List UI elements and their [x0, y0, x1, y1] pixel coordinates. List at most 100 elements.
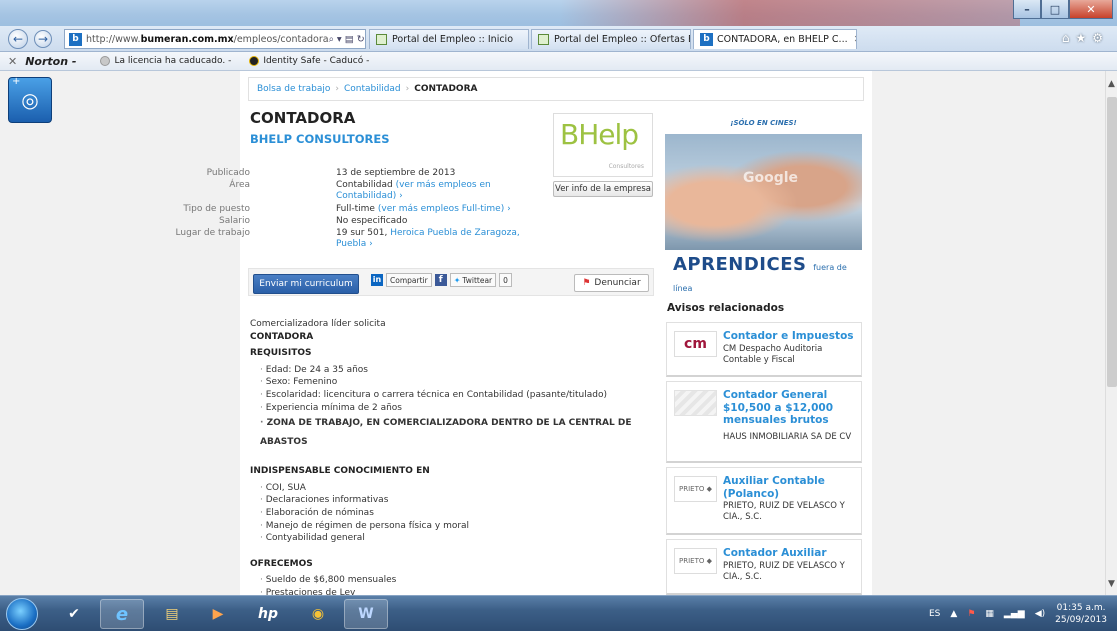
language-indicator[interactable]: ES: [929, 609, 940, 619]
related-card[interactable]: Contador General $10,500 a $12,000 mensu…: [666, 381, 862, 463]
taskbar-hp-icon[interactable]: hp: [246, 599, 290, 629]
norton-menu[interactable]: Norton -: [25, 55, 76, 68]
related-title-link[interactable]: Contador General $10,500 a $12,000 mensu…: [723, 389, 857, 427]
meta-label: Tipo de puesto: [183, 204, 250, 214]
share-count: 0: [499, 273, 512, 287]
related-company: PRIETO, RUIZ DE VELASCO Y CIA., S.C.: [723, 501, 845, 522]
tray-volume-icon[interactable]: ◀): [1035, 609, 1045, 619]
report-button[interactable]: ⚑ Denunciar: [574, 274, 649, 292]
meta-label: Área: [229, 180, 250, 190]
address-bar[interactable]: b http://www. bumeran.com.mx/empleos/cont…: [64, 29, 366, 49]
linkedin-icon[interactable]: in: [371, 274, 383, 286]
related-card[interactable]: PRIETO ◆ Auxiliar Contable (Polanco) PRI…: [666, 467, 862, 535]
taskbar-media-icon[interactable]: ▶: [196, 599, 240, 629]
tab-contadora[interactable]: b CONTADORA, en BHELP C... ✕: [693, 29, 857, 49]
page-viewport: + ◎ Bolsa de trabajo › Contabilidad › CON…: [0, 71, 1105, 595]
forward-button[interactable]: →: [34, 30, 52, 48]
apply-button[interactable]: Enviar mi curriculum: [253, 274, 359, 294]
list-item: Sueldo de $6,800 mensuales: [260, 574, 650, 587]
type-value: Full-time: [336, 204, 375, 214]
close-button[interactable]: ✕: [1069, 0, 1113, 19]
desc-intro: Comercializadora líder solicita: [250, 319, 386, 329]
tray-network-icon[interactable]: ▦: [985, 609, 994, 619]
list-item: Escolaridad: licencitura o carrera técni…: [260, 389, 650, 402]
meta-label: Publicado: [206, 168, 250, 178]
breadcrumb-bolsa[interactable]: Bolsa de trabajo: [257, 84, 330, 94]
ad-watermark: Google: [743, 170, 799, 186]
system-tray: ES ▲ ⚑ ▦ ▂▄▆ ◀) 01:35 a.m. 25/09/2013: [929, 602, 1107, 626]
company-name[interactable]: BHELP CONSULTORES: [250, 132, 390, 146]
breadcrumb-current: CONTADORA: [414, 84, 478, 94]
scroll-down-icon[interactable]: ▼: [1108, 579, 1115, 589]
report-label: Denunciar: [594, 278, 641, 288]
related-thumb: PRIETO ◆: [674, 548, 717, 574]
ad-photo: Google: [665, 134, 862, 250]
action-bar: Enviar mi curriculum in Compartir f ✦ Twi…: [248, 268, 654, 296]
page-scrollbar[interactable]: ▲ ▼: [1105, 71, 1117, 595]
favorites-bar: ✕ Norton - La licencia ha caducado. - Id…: [0, 52, 1117, 71]
breadcrumb-separator-icon: ›: [335, 84, 339, 94]
related-card[interactable]: cm Contador e Impuestos CM Despacho Audi…: [666, 322, 862, 377]
desktop-gadget-icon[interactable]: + ◎: [8, 76, 52, 123]
scrollbar-thumb[interactable]: [1107, 97, 1117, 387]
related-company: PRIETO, RUIZ DE VELASCO Y CIA., S.C.: [723, 561, 845, 582]
taskbar-ie-icon[interactable]: e: [100, 599, 144, 629]
favorite-identity-safe[interactable]: Identity Safe - Caducó -: [249, 56, 369, 66]
movie-ad-banner[interactable]: ¡SÓLO EN CINES! Google APRENDICES fuera …: [665, 109, 862, 293]
requirements-list: Edad: De 24 a 35 años Sexo: Femenino Esc…: [260, 364, 650, 452]
related-title-link[interactable]: Contador e Impuestos: [723, 330, 857, 343]
window-controls: – □ ✕: [1013, 0, 1113, 19]
meta-label: Salario: [219, 216, 250, 226]
tray-flag-icon[interactable]: ⚑: [967, 609, 975, 619]
titlebar-glow: [560, 0, 1020, 26]
facebook-icon[interactable]: f: [434, 274, 447, 286]
taskbar-chrome-icon[interactable]: ◉: [296, 599, 340, 629]
desc-position: CONTADORA: [250, 331, 314, 342]
company-info-button[interactable]: Ver info de la empresa: [553, 181, 653, 197]
breadcrumb-contabilidad[interactable]: Contabilidad: [344, 84, 401, 94]
identity-safe-icon: [249, 56, 260, 66]
related-card[interactable]: PRIETO ◆ Contador Auxiliar PRIETO, RUIZ …: [666, 539, 862, 595]
favbar-close-icon[interactable]: ✕: [0, 55, 25, 68]
linkedin-share-button[interactable]: Compartir: [386, 273, 432, 287]
meta-value: 19 sur 501, Heroica Puebla de Zaragoza, …: [336, 228, 526, 250]
tray-signal-icon[interactable]: ▂▄▆: [1004, 609, 1025, 619]
related-company: CM Despacho Auditoria Contable y Fiscal: [723, 344, 823, 365]
related-title-link[interactable]: Contador Auxiliar: [723, 547, 857, 560]
breadcrumb: Bolsa de trabajo › Contabilidad › CONTAD…: [248, 77, 864, 101]
meta-value: Contabilidad (ver más empleos en Contabi…: [336, 180, 516, 202]
list-item: COI, SUA: [260, 482, 650, 495]
tab-portal-ofertas[interactable]: Portal del Empleo :: Ofertas Em...: [531, 29, 691, 49]
related-title-link[interactable]: Auxiliar Contable (Polanco): [723, 475, 857, 500]
start-button[interactable]: [6, 598, 38, 630]
tab-label: Portal del Empleo :: Inicio: [392, 34, 514, 45]
clock-time: 01:35 a.m.: [1056, 603, 1106, 613]
type-more-link[interactable]: (ver más empleos Full-time) ›: [378, 204, 511, 214]
license-icon: [100, 56, 111, 66]
tray-show-hidden-icon[interactable]: ▲: [950, 609, 957, 619]
scroll-up-icon[interactable]: ▲: [1108, 79, 1115, 89]
back-button[interactable]: ←: [8, 29, 28, 49]
taskbar-app-check-icon[interactable]: ✔: [52, 599, 96, 629]
list-item: Prestaciones de Ley: [260, 587, 650, 595]
bumeran-favicon-icon: b: [700, 33, 713, 46]
favorite-label: La licencia ha caducado. -: [114, 56, 232, 66]
tray-clock[interactable]: 01:35 a.m. 25/09/2013: [1055, 602, 1107, 626]
maximize-button[interactable]: □: [1041, 0, 1069, 19]
address-tools-icon[interactable]: ⌕ ▾ ▤ ↻: [329, 34, 365, 45]
taskbar-explorer-icon[interactable]: ▤: [150, 599, 194, 629]
place-value: 19 sur 501,: [336, 228, 388, 238]
tab-portal-inicio[interactable]: Portal del Empleo :: Inicio: [369, 29, 529, 49]
minimize-button[interactable]: –: [1013, 0, 1041, 19]
taskbar-word-icon[interactable]: W: [344, 599, 388, 629]
company-logo[interactable]: BHelp Consultores: [553, 113, 653, 177]
cm-logo-text: cm: [684, 336, 707, 352]
twitter-bird-icon: ✦: [453, 275, 461, 285]
address-path: /empleos/contadora: [233, 33, 329, 45]
tab-close-icon[interactable]: ✕: [848, 34, 856, 45]
list-item: Experiencia mínima de 2 años: [260, 402, 650, 415]
twitter-button[interactable]: ✦ Twittear: [449, 273, 497, 287]
favorite-license[interactable]: La licencia ha caducado. -: [100, 56, 231, 66]
browser-tools-icons[interactable]: ⌂★⚙: [1062, 31, 1109, 45]
